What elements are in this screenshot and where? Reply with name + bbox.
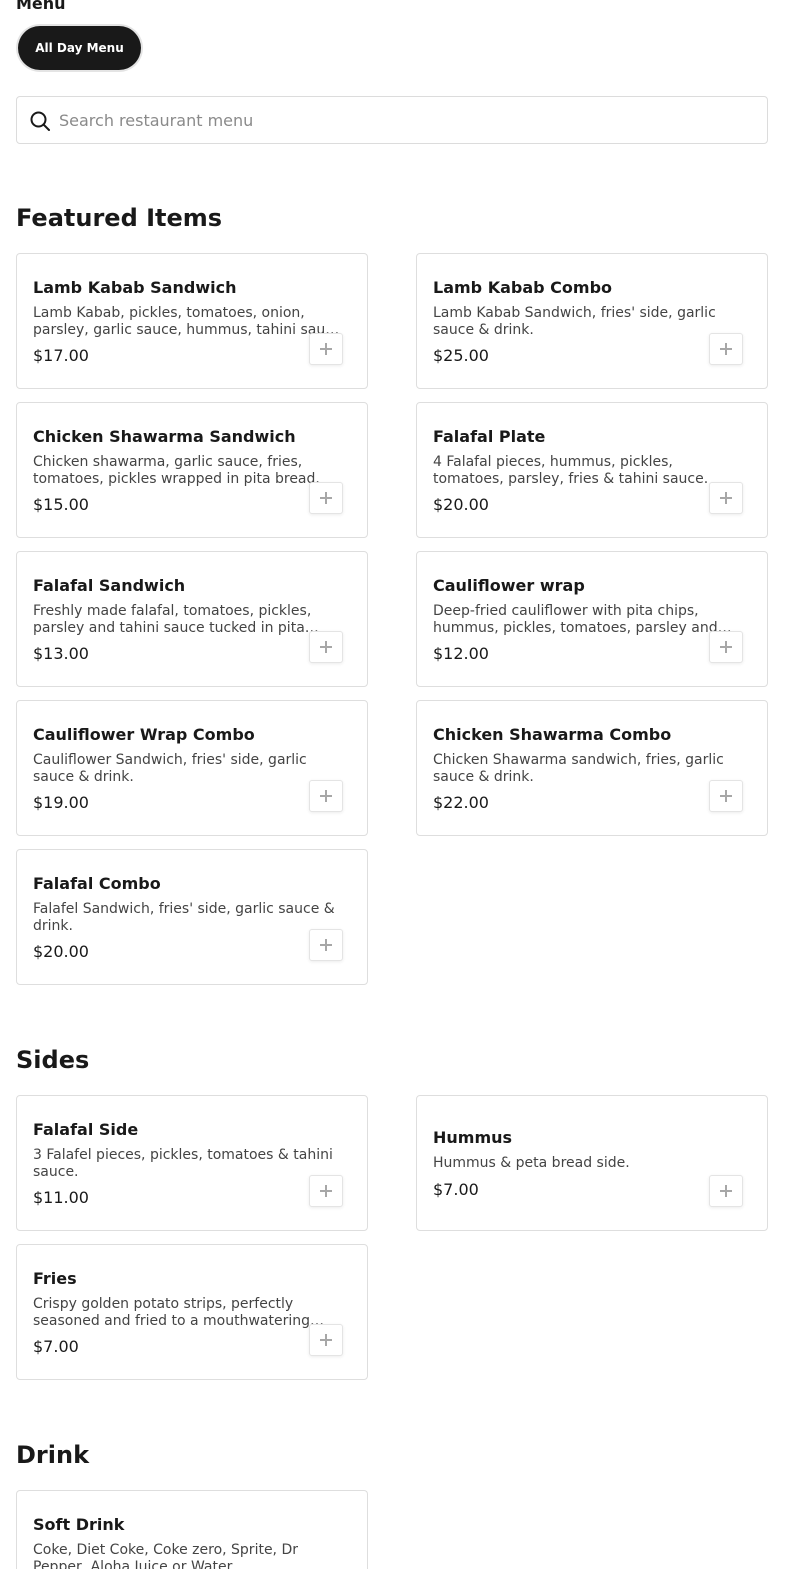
menu-item-card[interactable]: Chicken Shawarma Sandwich Chicken shawar… [16, 402, 368, 538]
item-name: Falafal Side [33, 1120, 139, 1139]
add-item-button[interactable] [709, 631, 743, 663]
item-name: Soft Drink [33, 1515, 125, 1534]
menu-item-card[interactable]: Falafal Sandwich Freshly made falafal, t… [16, 551, 368, 687]
item-description: Falafel Sandwich, fries' side, garlic sa… [33, 901, 335, 934]
search-icon [30, 111, 50, 131]
item-name: Fries [33, 1269, 77, 1288]
plus-icon [720, 1185, 732, 1197]
plus-icon [720, 492, 732, 504]
add-item-button[interactable] [309, 1175, 343, 1207]
plus-icon [320, 1334, 332, 1346]
item-name: Chicken Shawarma Sandwich [33, 427, 296, 446]
menu-item-card[interactable]: Fries Crispy golden potato strips, perfe… [16, 1244, 368, 1380]
item-price: $12.00 [433, 644, 489, 663]
item-description: Lamb Kabab, pickles, tomatoes, onion, pa… [33, 305, 342, 338]
item-name: Falafal Sandwich [33, 576, 186, 595]
menu-item-card[interactable]: Lamb Kabab Combo Lamb Kabab Sandwich, fr… [416, 253, 768, 389]
section-title-drink: Drink [16, 1441, 90, 1469]
search-input[interactable] [59, 97, 759, 143]
add-item-button[interactable] [309, 631, 343, 663]
add-item-button[interactable] [309, 333, 343, 365]
item-price: $22.00 [433, 793, 489, 812]
item-price: $13.00 [33, 644, 89, 663]
item-description: Coke, Diet Coke, Coke zero, Sprite, Dr P… [33, 1542, 298, 1569]
menu-heading: Menu [16, 0, 66, 13]
menu-item-card[interactable]: Soft Drink Coke, Diet Coke, Coke zero, S… [16, 1490, 368, 1569]
add-item-button[interactable] [709, 482, 743, 514]
plus-icon [320, 343, 332, 355]
item-description: Chicken shawarma, garlic sauce, fries, t… [33, 454, 320, 487]
plus-icon [320, 939, 332, 951]
add-item-button[interactable] [309, 929, 343, 961]
search-bar[interactable] [16, 96, 768, 144]
add-item-button[interactable] [309, 1324, 343, 1356]
item-description: Lamb Kabab Sandwich, fries' side, garlic… [433, 305, 716, 338]
item-name: Hummus [433, 1128, 513, 1147]
menu-item-card[interactable]: Falafal Combo Falafel Sandwich, fries' s… [16, 849, 368, 985]
menu-item-card[interactable]: Falafal Plate 4 Falafal pieces, hummus, … [416, 402, 768, 538]
menu-item-card[interactable]: Lamb Kabab Sandwich Lamb Kabab, pickles,… [16, 253, 368, 389]
menu-item-card[interactable]: Chicken Shawarma Combo Chicken Shawarma … [416, 700, 768, 836]
item-description: Crispy golden potato strips, perfectly s… [33, 1296, 310, 1329]
item-description: Freshly made falafal, tomatoes, pickles,… [33, 603, 312, 636]
item-price: $20.00 [433, 495, 489, 514]
item-price: $7.00 [33, 1337, 79, 1356]
menu-item-card[interactable]: Cauliflower Wrap Combo Cauliflower Sandw… [16, 700, 368, 836]
item-price: $15.00 [33, 495, 89, 514]
add-item-button[interactable] [309, 780, 343, 812]
plus-icon [720, 790, 732, 802]
item-price: $25.00 [433, 346, 489, 365]
plus-icon [720, 641, 732, 653]
plus-icon [720, 343, 732, 355]
plus-icon [320, 790, 332, 802]
add-item-button[interactable] [709, 780, 743, 812]
item-description: 3 Falafel pieces, pickles, tomatoes & ta… [33, 1147, 333, 1180]
section-title-sides: Sides [16, 1046, 90, 1074]
section-title-featured: Featured Items [16, 204, 223, 232]
item-name: Cauliflower Wrap Combo [33, 725, 255, 744]
item-description: Deep-fried cauliflower with pita chips, … [433, 603, 718, 636]
menu-item-card[interactable]: Hummus Hummus & peta bread side. $7.00 [416, 1095, 768, 1231]
item-name: Lamb Kabab Combo [433, 278, 613, 297]
item-description: 4 Falafal pieces, hummus, pickles, tomat… [433, 454, 709, 487]
item-name: Lamb Kabab Sandwich [33, 278, 237, 297]
menu-tab-all-day[interactable]: All Day Menu [18, 26, 141, 70]
item-description: Cauliflower Sandwich, fries' side, garli… [33, 752, 307, 785]
add-item-button[interactable] [709, 333, 743, 365]
plus-icon [320, 1185, 332, 1197]
item-name: Falafal Plate [433, 427, 546, 446]
add-item-button[interactable] [309, 482, 343, 514]
item-price: $7.00 [433, 1180, 479, 1199]
menu-item-card[interactable]: Falafal Side 3 Falafel pieces, pickles, … [16, 1095, 368, 1231]
item-price: $11.00 [33, 1188, 89, 1207]
item-description: Hummus & peta bread side. [433, 1155, 630, 1171]
item-price: $20.00 [33, 942, 89, 961]
add-item-button[interactable] [709, 1175, 743, 1207]
item-price: $17.00 [33, 346, 89, 365]
plus-icon [320, 641, 332, 653]
item-name: Cauliflower wrap [433, 576, 585, 595]
plus-icon [320, 492, 332, 504]
item-name: Falafal Combo [33, 874, 161, 893]
item-description: Chicken Shawarma sandwich, fries, garlic… [433, 752, 724, 785]
menu-item-card[interactable]: Cauliflower wrap Deep-fried cauliflower … [416, 551, 768, 687]
item-name: Chicken Shawarma Combo [433, 725, 672, 744]
item-price: $19.00 [33, 793, 89, 812]
